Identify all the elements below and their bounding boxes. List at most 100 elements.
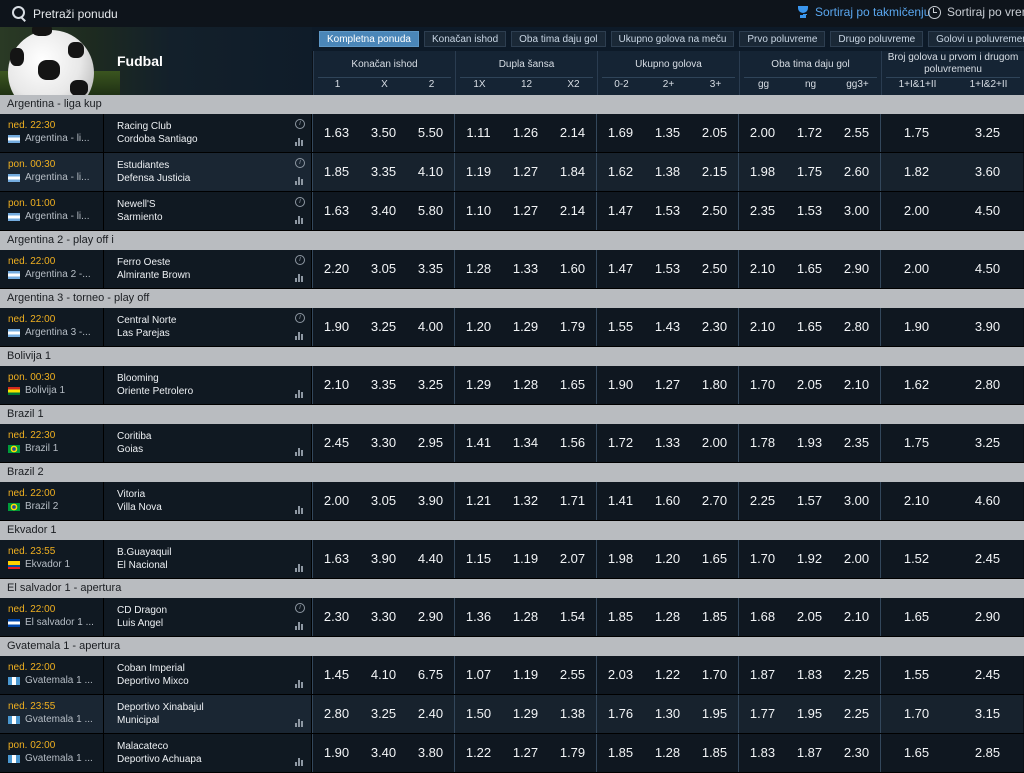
odds-ng[interactable]: 1.95: [786, 695, 833, 733]
odds-x[interactable]: 3.25: [360, 695, 407, 733]
odds-12[interactable]: 1.33: [502, 250, 549, 288]
odds-3[interactable]: 1.95: [691, 695, 738, 733]
odds-3[interactable]: 2.05: [691, 114, 738, 152]
odds-1[interactable]: 1.90: [313, 734, 360, 772]
odds-2[interactable]: 1.33: [644, 424, 691, 462]
match-teams[interactable]: Malacateco Deportivo Achuapa: [104, 734, 312, 772]
tab-kompletna-ponuda[interactable]: Kompletna ponuda: [319, 31, 419, 47]
odds-2[interactable]: 1.30: [644, 695, 691, 733]
odds-1-i-1-ii[interactable]: 1.75: [881, 114, 952, 152]
odds-1-i-2-ii[interactable]: 2.45: [952, 540, 1023, 578]
match-teams[interactable]: Coban Imperial Deportivo Mixco: [104, 656, 312, 694]
odds-1[interactable]: 2.10: [313, 366, 360, 404]
odds-12[interactable]: 1.27: [502, 153, 549, 191]
odds-2[interactable]: 1.28: [644, 734, 691, 772]
odds-gg[interactable]: 1.87: [739, 656, 786, 694]
odds-2[interactable]: 3.25: [407, 366, 454, 404]
odds-ng[interactable]: 1.57: [786, 482, 833, 520]
odds-x2[interactable]: 1.54: [549, 598, 596, 636]
odds-3[interactable]: 2.30: [691, 308, 738, 346]
odds-2[interactable]: 3.35: [407, 250, 454, 288]
match-row[interactable]: ned. 22:30 Brazil 1 Coritiba Goias 2.45 3.30 2…: [0, 424, 1024, 463]
odds-1x[interactable]: 1.21: [455, 482, 502, 520]
info-icon[interactable]: i: [295, 603, 305, 613]
odds-ng[interactable]: 1.65: [786, 250, 833, 288]
tab-golovi-u-poluvremenima[interactable]: Golovi u poluvremenima: [928, 31, 1024, 47]
odds-3[interactable]: 2.70: [691, 482, 738, 520]
odds-3[interactable]: 1.85: [691, 598, 738, 636]
info-icon[interactable]: i: [295, 313, 305, 323]
info-icon[interactable]: i: [295, 255, 305, 265]
odds-ng[interactable]: 2.05: [786, 366, 833, 404]
odds-0-2[interactable]: 1.85: [597, 734, 644, 772]
match-row[interactable]: ned. 22:00 El salvador 1 ... CD Dragon Luis…: [0, 598, 1024, 637]
tab-kona-an-ishod[interactable]: Konačan ishod: [423, 31, 507, 47]
match-row[interactable]: pon. 00:30 Argentina - li... Estudiantes De…: [0, 153, 1024, 192]
odds-0-2[interactable]: 1.55: [597, 308, 644, 346]
info-icon[interactable]: i: [295, 197, 305, 207]
odds-3[interactable]: 1.85: [691, 734, 738, 772]
odds-1-i-1-ii[interactable]: 2.00: [881, 192, 952, 230]
match-row[interactable]: ned. 22:30 Argentina - li... Racing Club Co…: [0, 114, 1024, 153]
odds-12[interactable]: 1.28: [502, 598, 549, 636]
odds-1[interactable]: 2.20: [313, 250, 360, 288]
match-row[interactable]: ned. 22:00 Gvatemala 1 ... Coban Imperial D…: [0, 656, 1024, 695]
odds-12[interactable]: 1.19: [502, 656, 549, 694]
odds-3[interactable]: 1.65: [691, 540, 738, 578]
stats-icon[interactable]: [295, 331, 305, 340]
odds-1x[interactable]: 1.29: [455, 366, 502, 404]
odds-gg[interactable]: 1.77: [739, 695, 786, 733]
odds-ng[interactable]: 1.53: [786, 192, 833, 230]
odds-gg[interactable]: 2.25: [739, 482, 786, 520]
odds-1[interactable]: 2.80: [313, 695, 360, 733]
odds-0-2[interactable]: 1.76: [597, 695, 644, 733]
match-row[interactable]: pon. 00:30 Bolivija 1 Blooming Oriente Petr…: [0, 366, 1024, 405]
odds-0-2[interactable]: 1.72: [597, 424, 644, 462]
match-teams[interactable]: Vitoria Villa Nova: [104, 482, 312, 520]
odds-gg[interactable]: 1.83: [739, 734, 786, 772]
match-teams[interactable]: Ferro Oeste Almirante Brown i: [104, 250, 312, 288]
odds-1-i-1-ii[interactable]: 1.55: [881, 656, 952, 694]
odds-2[interactable]: 1.22: [644, 656, 691, 694]
odds-gg3[interactable]: 2.60: [833, 153, 880, 191]
match-row[interactable]: ned. 23:55 Ekvador 1 B.Guayaquil El Naciona…: [0, 540, 1024, 579]
odds-x[interactable]: 3.35: [360, 366, 407, 404]
odds-2[interactable]: 1.43: [644, 308, 691, 346]
odds-gg[interactable]: 1.70: [739, 540, 786, 578]
odds-2[interactable]: 2.95: [407, 424, 454, 462]
odds-2[interactable]: 1.53: [644, 192, 691, 230]
match-row[interactable]: pon. 02:00 Gvatemala 1 ... Malacateco Depor…: [0, 734, 1024, 773]
odds-2[interactable]: 1.35: [644, 114, 691, 152]
odds-ng[interactable]: 1.72: [786, 114, 833, 152]
odds-ng[interactable]: 1.83: [786, 656, 833, 694]
odds-gg[interactable]: 1.98: [739, 153, 786, 191]
odds-2[interactable]: 5.50: [407, 114, 454, 152]
search-box[interactable]: Pretraži ponudu: [0, 0, 118, 27]
odds-0-2[interactable]: 2.03: [597, 656, 644, 694]
odds-gg[interactable]: 1.78: [739, 424, 786, 462]
match-teams[interactable]: Estudiantes Defensa Justicia i: [104, 153, 312, 191]
odds-x2[interactable]: 1.79: [549, 734, 596, 772]
odds-x2[interactable]: 1.38: [549, 695, 596, 733]
odds-12[interactable]: 1.27: [502, 192, 549, 230]
odds-1[interactable]: 1.63: [313, 540, 360, 578]
odds-x[interactable]: 3.30: [360, 598, 407, 636]
odds-12[interactable]: 1.27: [502, 734, 549, 772]
odds-x2[interactable]: 2.07: [549, 540, 596, 578]
odds-0-2[interactable]: 1.62: [597, 153, 644, 191]
odds-gg3[interactable]: 2.35: [833, 424, 880, 462]
match-row[interactable]: ned. 23:55 Gvatemala 1 ... Deportivo Xinab…: [0, 695, 1024, 734]
odds-1[interactable]: 2.45: [313, 424, 360, 462]
match-teams[interactable]: Deportivo Xinabajul Municipal: [104, 695, 312, 733]
odds-x2[interactable]: 2.14: [549, 114, 596, 152]
stats-icon[interactable]: [295, 176, 305, 185]
odds-x[interactable]: 3.50: [360, 114, 407, 152]
odds-1-i-2-ii[interactable]: 3.15: [952, 695, 1023, 733]
info-icon[interactable]: i: [295, 158, 305, 168]
match-teams[interactable]: Central Norte Las Parejas i: [104, 308, 312, 346]
odds-1x[interactable]: 1.07: [455, 656, 502, 694]
match-teams[interactable]: CD Dragon Luis Angel i: [104, 598, 312, 636]
odds-gg[interactable]: 2.00: [739, 114, 786, 152]
odds-1-i-1-ii[interactable]: 1.65: [881, 598, 952, 636]
odds-1x[interactable]: 1.50: [455, 695, 502, 733]
